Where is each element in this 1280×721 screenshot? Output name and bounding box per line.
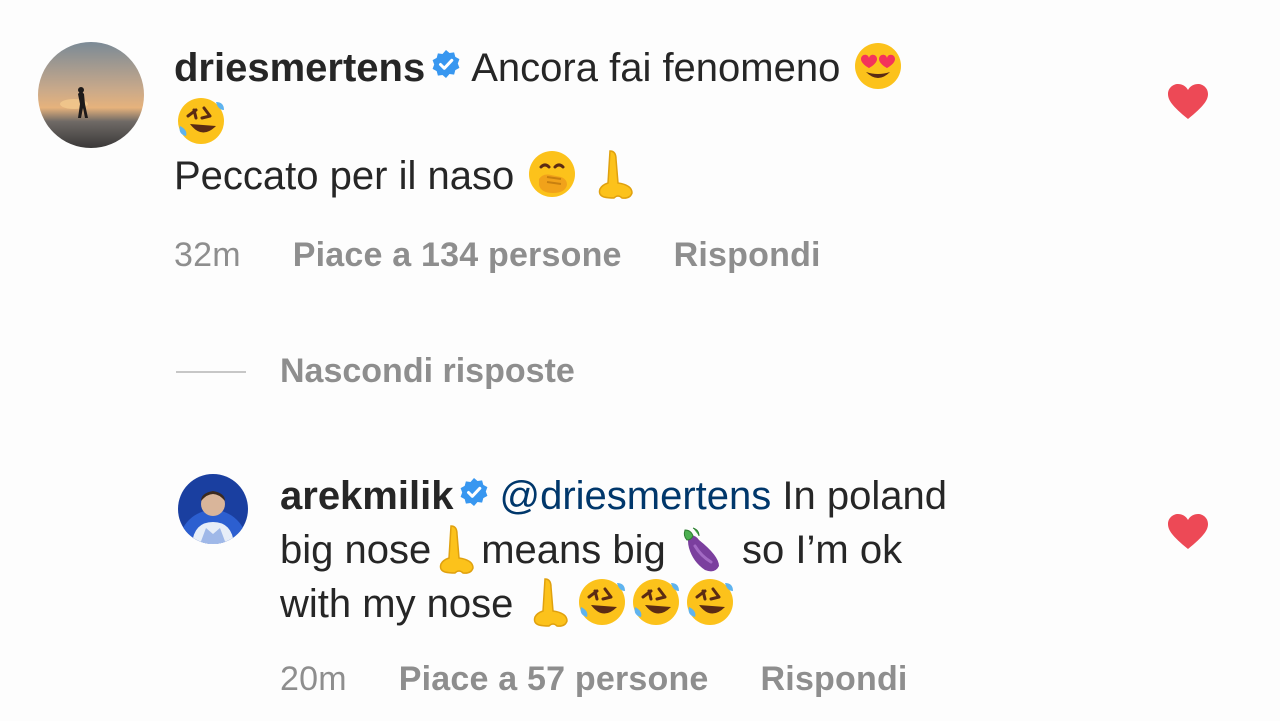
comment-text-line: Peccato per il naso [174, 153, 515, 198]
comment-text-line: big nose [280, 528, 432, 573]
hide-replies-button[interactable]: Nascondi risposte [176, 352, 575, 391]
comment-meta-2: 20m Piace a 57 persone Rispondi [280, 660, 960, 699]
heart-icon[interactable] [1168, 84, 1208, 120]
comment-text-line: so I’m ok [742, 528, 903, 573]
hide-replies-label: Nascondi risposte [280, 352, 575, 390]
nose-emoji [527, 577, 573, 628]
comment-text-line: means big [481, 528, 666, 573]
likes-count-link[interactable]: Piace a 134 persone [293, 236, 622, 274]
likes-count-link[interactable]: Piace a 57 persone [399, 660, 709, 698]
comment-username[interactable]: arekmilik [280, 474, 453, 518]
driesmertens-avatar[interactable] [38, 42, 144, 148]
comment-username[interactable]: driesmertens [174, 46, 425, 90]
heart-icon[interactable] [1168, 514, 1208, 550]
comment-text-line: Ancora fai fenomeno [471, 46, 841, 90]
divider-line [176, 370, 246, 373]
comment-body-2: arekmilik @driesmertens In poland big nos… [280, 470, 1100, 631]
mention-link[interactable]: @driesmertens [499, 474, 771, 518]
verified-badge-icon [431, 40, 461, 92]
reply-button[interactable]: Rispondi [761, 660, 908, 698]
comment-body-1: driesmertens Ancora fai fenomeno Peccato … [174, 42, 1094, 203]
rolling-laughing-emoji [577, 577, 627, 627]
heart-eyes-emoji [853, 41, 903, 91]
eggplant-emoji [679, 524, 729, 574]
verified-badge-icon [459, 468, 489, 520]
nose-emoji [592, 149, 638, 200]
reply-button[interactable]: Rispondi [674, 236, 821, 274]
rolling-laughing-emoji [631, 577, 681, 627]
comment-timestamp: 32m [174, 236, 241, 274]
arekmilik-avatar[interactable] [178, 474, 248, 544]
rolling-laughing-emoji [176, 96, 226, 146]
comment-meta-1: 32m Piace a 134 persone Rispondi [174, 236, 873, 275]
comment-text-line: with my nose [280, 581, 514, 626]
nose-emoji [433, 524, 479, 574]
comment-timestamp: 20m [280, 660, 347, 698]
hand-over-mouth-emoji [527, 149, 577, 199]
rolling-laughing-emoji [685, 577, 735, 627]
comment-text-line: In poland [782, 474, 947, 518]
comments-screen: driesmertens Ancora fai fenomeno Peccato … [0, 0, 1280, 721]
